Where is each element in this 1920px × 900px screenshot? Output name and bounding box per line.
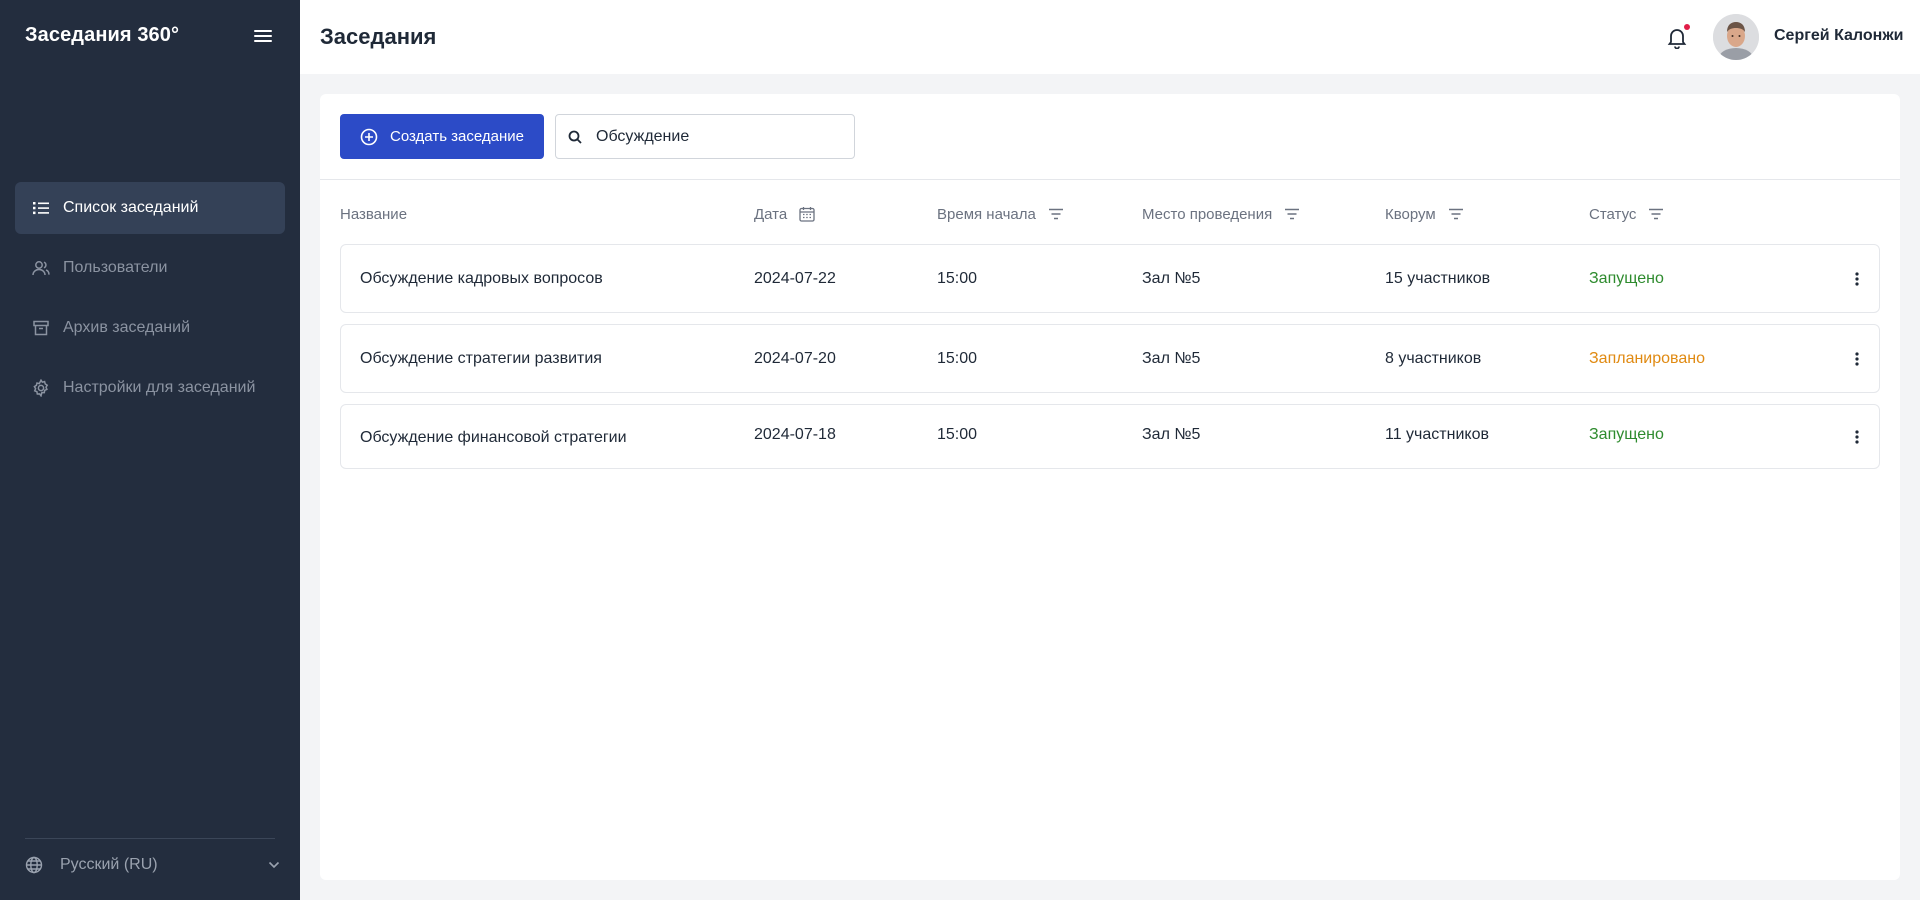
- meeting-name[interactable]: Обсуждение стратегии развития: [360, 350, 602, 368]
- sidebar-item-label: Список заседаний: [63, 199, 199, 216]
- language-label: Русский (RU): [60, 856, 158, 873]
- users-icon: [31, 258, 51, 278]
- sidebar-item-label: Архив заседаний: [63, 319, 190, 336]
- plus-circle-icon: [360, 127, 380, 147]
- meeting-name[interactable]: Обсуждение финансовой стратегии: [360, 429, 627, 447]
- column-header-start-time[interactable]: Время начала: [937, 202, 1064, 226]
- list-icon: [31, 198, 51, 218]
- divider: [25, 838, 275, 839]
- column-label: Место проведения: [1142, 205, 1273, 223]
- meetings-card: Создать заседание Название Дата Время на…: [320, 94, 1900, 880]
- meeting-quorum: 8 участников: [1385, 350, 1482, 367]
- column-label: Кворум: [1385, 205, 1436, 223]
- chevron-down-icon: [268, 861, 280, 869]
- column-label: Время начала: [937, 205, 1036, 223]
- sidebar: Заседания 360° Список заседаний Пользова…: [0, 0, 300, 900]
- notification-dot: [1684, 24, 1690, 30]
- notification-bell-icon[interactable]: [1666, 24, 1690, 50]
- user-name[interactable]: Сергей Калонжи: [1774, 27, 1904, 45]
- status-badge: Запущено: [1589, 270, 1664, 287]
- sidebar-nav: Список заседаний Пользователи Архив засе…: [15, 182, 285, 422]
- column-header-name[interactable]: Название: [340, 202, 407, 226]
- gear-icon: [31, 378, 51, 398]
- create-meeting-label: Создать заседание: [390, 128, 525, 145]
- meeting-quorum: 15 участников: [1385, 270, 1491, 287]
- language-selector[interactable]: Русский (RU): [25, 852, 280, 878]
- meeting-place: Зал №5: [1142, 426, 1201, 443]
- table-row[interactable]: Обсуждение кадровых вопросов 2024-07-22 …: [340, 244, 1880, 313]
- calendar-icon[interactable]: [799, 206, 815, 222]
- meeting-time: 15:00: [937, 350, 978, 367]
- status-badge: Запущено: [1589, 426, 1664, 443]
- column-header-date[interactable]: Дата: [754, 202, 815, 226]
- sidebar-item-archive[interactable]: Архив заседаний: [15, 302, 285, 354]
- globe-icon: [25, 855, 45, 875]
- meeting-quorum: 11 участников: [1385, 426, 1489, 443]
- column-label: Название: [340, 205, 408, 223]
- archive-icon: [31, 318, 51, 338]
- column-header-quorum[interactable]: Кворум: [1385, 202, 1464, 226]
- sidebar-item-meetings-list[interactable]: Список заседаний: [15, 182, 285, 234]
- column-header-status[interactable]: Статус: [1589, 202, 1664, 226]
- meeting-name[interactable]: Обсуждение кадровых вопросов: [360, 270, 603, 288]
- sidebar-item-label: Пользователи: [63, 259, 168, 276]
- meeting-date: 2024-07-22: [754, 270, 836, 287]
- filter-icon[interactable]: [1048, 208, 1064, 220]
- sidebar-item-users[interactable]: Пользователи: [15, 242, 285, 294]
- column-label: Дата: [754, 205, 788, 223]
- meeting-time: 15:00: [937, 270, 978, 287]
- meeting-date: 2024-07-20: [754, 350, 836, 367]
- meeting-place: Зал №5: [1142, 270, 1201, 287]
- avatar[interactable]: [1713, 14, 1759, 60]
- table-row[interactable]: Обсуждение финансовой стратегии 2024-07-…: [340, 404, 1880, 469]
- column-label: Статус: [1589, 205, 1637, 223]
- toolbar: Создать заседание: [320, 94, 1900, 180]
- search-icon: [568, 129, 584, 145]
- menu-toggle-icon[interactable]: [252, 27, 274, 45]
- meeting-date: 2024-07-18: [754, 426, 836, 443]
- search-input[interactable]: [596, 127, 836, 146]
- more-options-icon[interactable]: [1847, 267, 1867, 291]
- create-meeting-button[interactable]: Создать заседание: [340, 114, 544, 159]
- more-options-icon[interactable]: [1847, 347, 1867, 371]
- status-badge: Запланировано: [1589, 350, 1705, 367]
- meeting-place: Зал №5: [1142, 350, 1201, 367]
- more-options-icon[interactable]: [1847, 425, 1867, 449]
- search-box[interactable]: [555, 114, 855, 159]
- sidebar-item-settings[interactable]: Настройки для заседаний: [15, 362, 285, 414]
- page-title: Заседания: [320, 24, 437, 49]
- top-header: Заседания Сергей Калонжи: [300, 0, 1920, 74]
- table-row[interactable]: Обсуждение стратегии развития 2024-07-20…: [340, 324, 1880, 393]
- sidebar-item-label: Настройки для заседаний: [63, 379, 256, 396]
- column-header-place[interactable]: Место проведения: [1142, 202, 1300, 226]
- filter-icon[interactable]: [1648, 208, 1664, 220]
- meeting-time: 15:00: [937, 426, 978, 443]
- filter-icon[interactable]: [1284, 208, 1300, 220]
- filter-icon[interactable]: [1448, 208, 1464, 220]
- app-title: Заседания 360°: [25, 24, 180, 46]
